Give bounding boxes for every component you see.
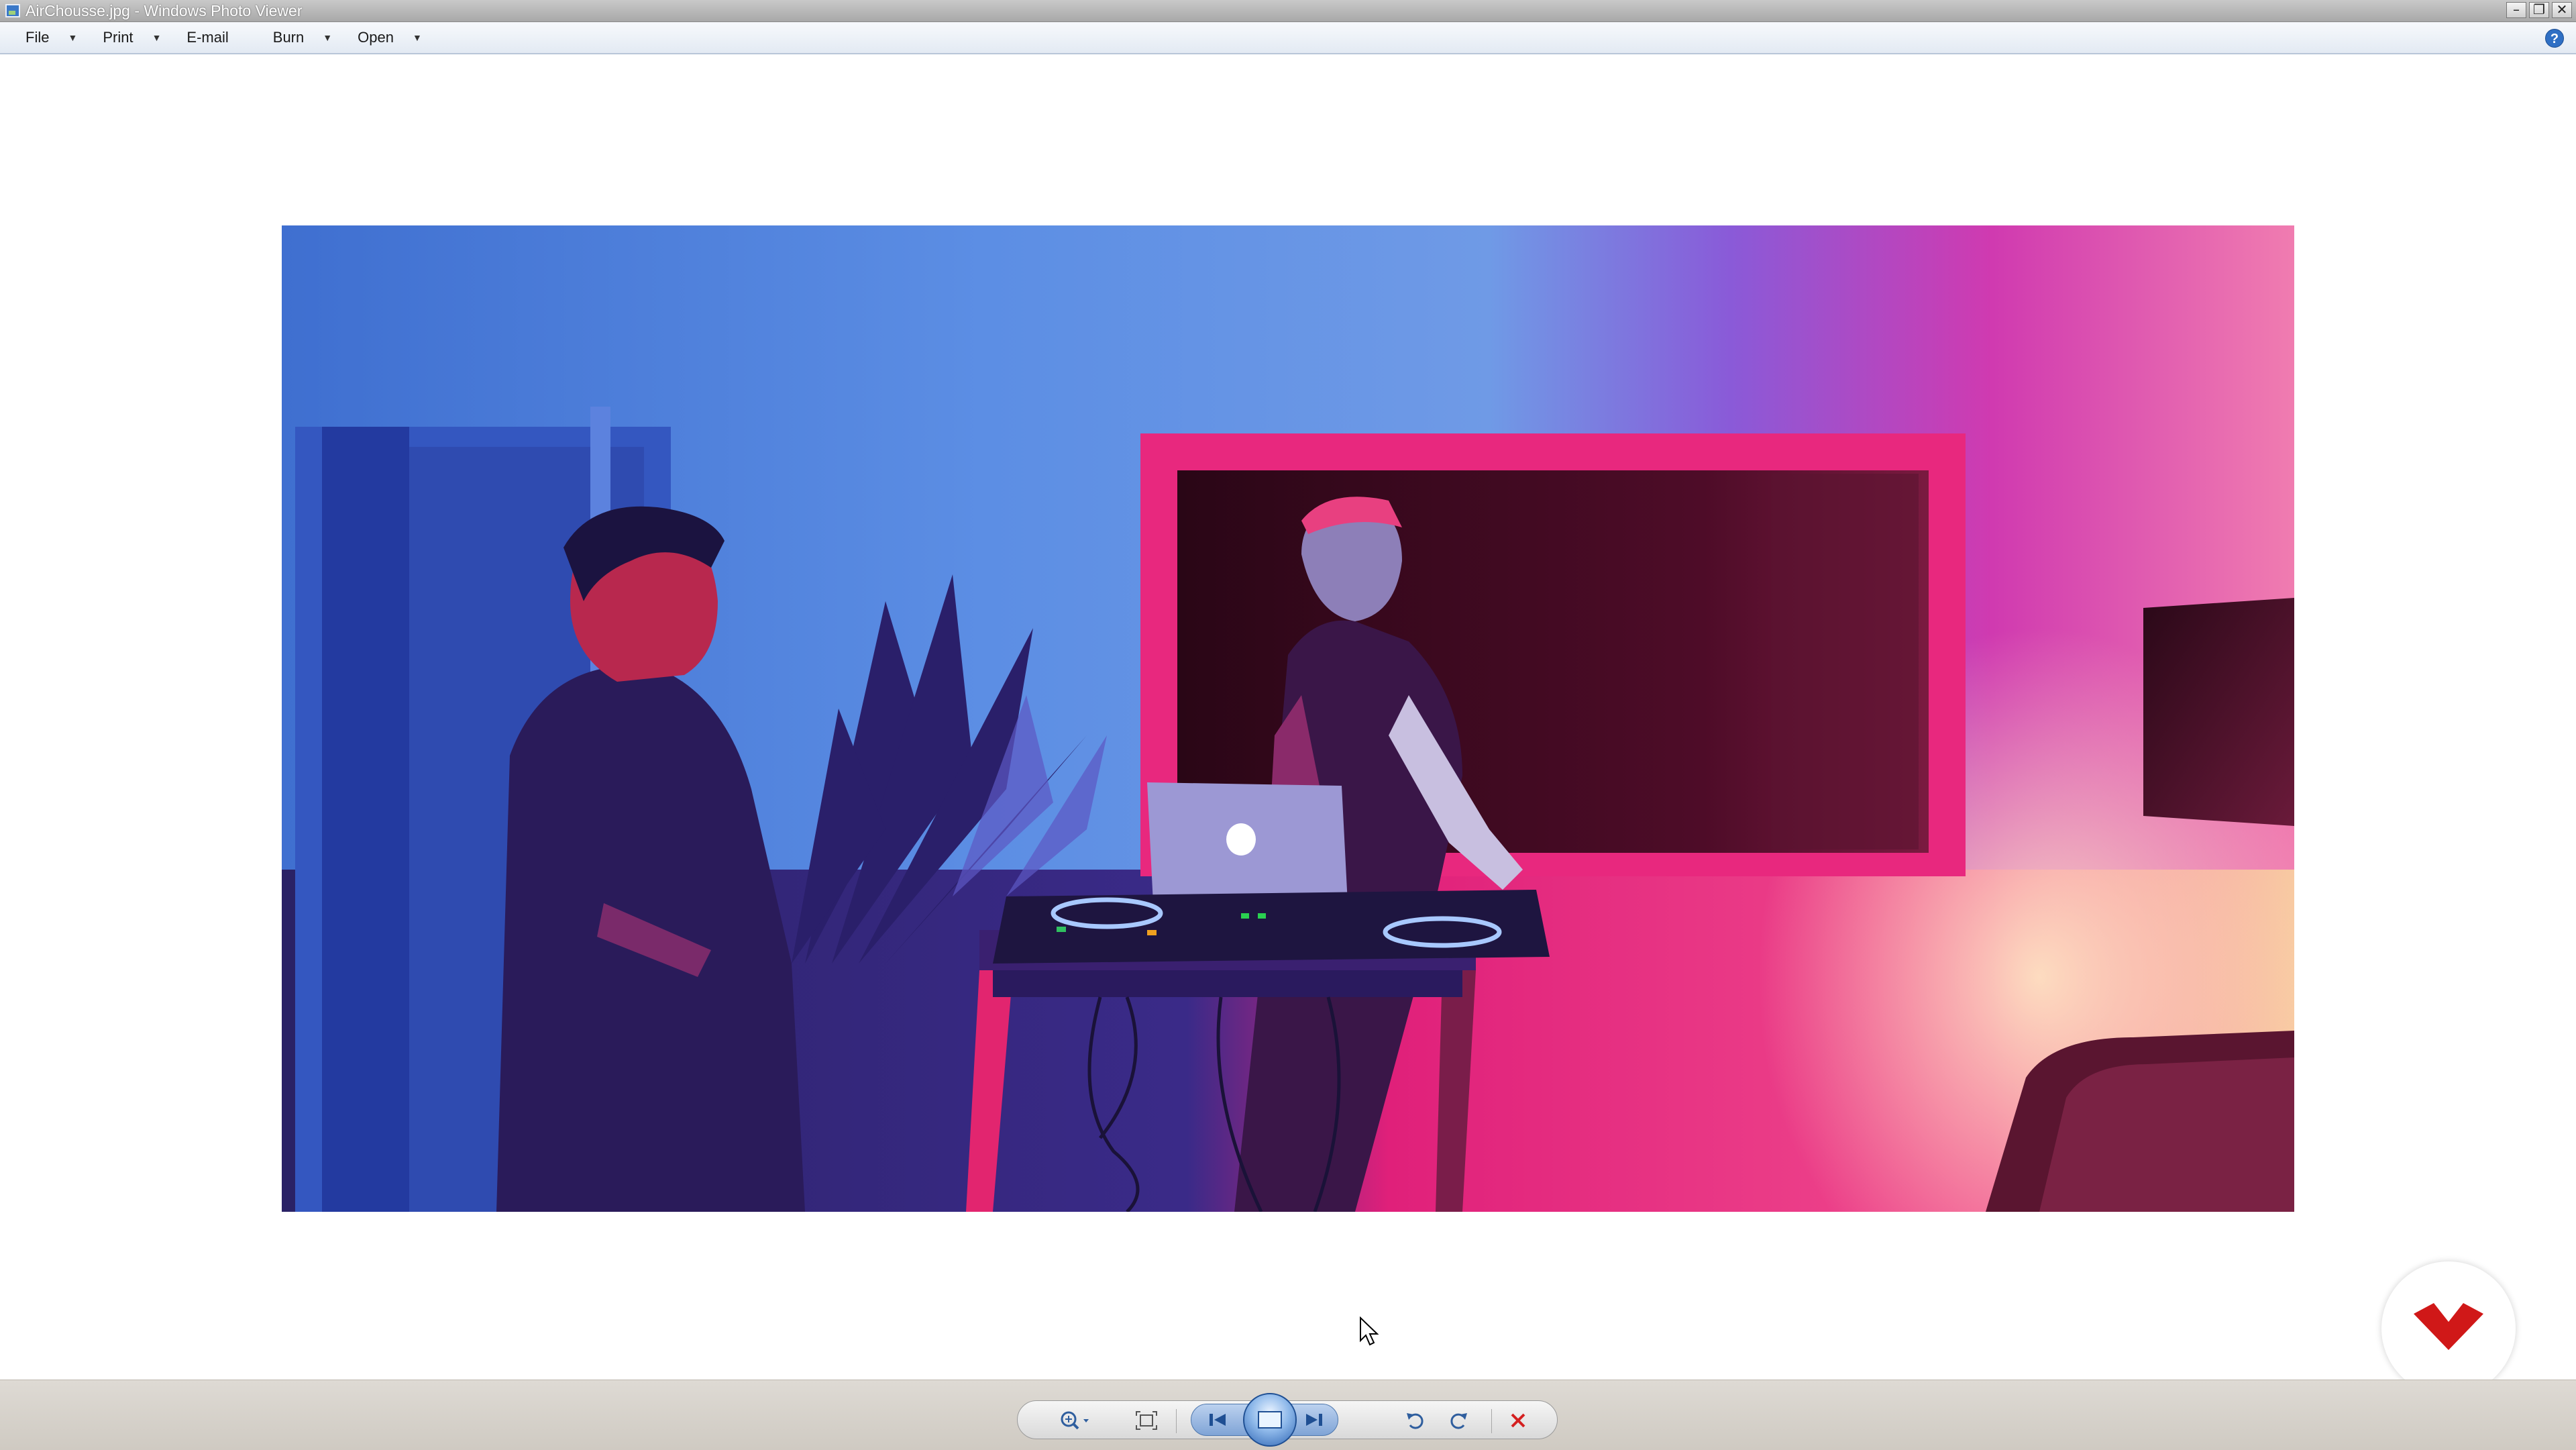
bottom-toolbar [0, 1380, 2576, 1450]
photo-viewer-app-icon [5, 4, 20, 17]
window-controls: – ❐ ✕ [2506, 2, 2572, 18]
watermark-logo [2381, 1261, 2516, 1396]
email-label: E-mail [186, 29, 229, 46]
open-menu-label: Open [358, 29, 394, 46]
watermark-logo-icon [2414, 1303, 2483, 1350]
delete-icon [1511, 1413, 1525, 1428]
chevron-down-icon: ▼ [68, 32, 78, 43]
previous-icon [1210, 1414, 1226, 1426]
minimize-icon[interactable]: – [2506, 2, 2526, 18]
window-title: AirChousse.jpg - Windows Photo Viewer [25, 1, 303, 19]
chevron-down-icon: ▼ [412, 32, 422, 43]
actual-size-icon [1136, 1411, 1157, 1430]
next-icon [1306, 1414, 1322, 1426]
burn-menu-label: Burn [272, 29, 305, 46]
chevron-down-icon: ▼ [323, 32, 333, 43]
slideshow-icon [1258, 1411, 1282, 1429]
print-menu-label: Print [103, 29, 133, 46]
title-bar: AirChousse.jpg - Windows Photo Viewer – … [0, 0, 2576, 22]
command-bar: File ▼ Print ▼ E-mail Burn ▼ Open ▼ ? [0, 22, 2576, 54]
slideshow-button[interactable] [1243, 1393, 1297, 1447]
toolbar-separator [1176, 1409, 1177, 1433]
next-button[interactable] [1299, 1407, 1328, 1433]
rotate-right-button[interactable] [1444, 1408, 1474, 1433]
previous-button[interactable] [1203, 1407, 1233, 1433]
rotate-left-button[interactable] [1400, 1408, 1430, 1433]
close-icon[interactable]: ✕ [2552, 2, 2572, 18]
toolbar-separator [1491, 1409, 1492, 1433]
open-menu[interactable]: Open ▼ [358, 29, 422, 46]
burn-menu[interactable]: Burn ▼ [273, 29, 332, 46]
photo-illustration [282, 225, 2294, 1212]
email-button[interactable]: E-mail [186, 29, 228, 46]
file-menu[interactable]: File ▼ [25, 29, 77, 46]
mouse-cursor-icon [1360, 1316, 1379, 1346]
rotate-right-icon [1450, 1413, 1467, 1429]
print-menu[interactable]: Print ▼ [103, 29, 161, 46]
displayed-photo [282, 225, 2294, 1212]
toolbar-controls [1017, 1393, 1558, 1447]
actual-size-button[interactable] [1132, 1408, 1161, 1433]
delete-button[interactable] [1503, 1408, 1533, 1433]
chevron-down-icon: ▼ [152, 32, 162, 43]
zoom-icon [1061, 1411, 1089, 1430]
restore-icon[interactable]: ❐ [2529, 2, 2549, 18]
zoom-button[interactable] [1054, 1408, 1094, 1433]
rotate-left-icon [1407, 1413, 1424, 1429]
file-menu-label: File [25, 29, 50, 46]
help-icon[interactable]: ? [2545, 29, 2564, 48]
